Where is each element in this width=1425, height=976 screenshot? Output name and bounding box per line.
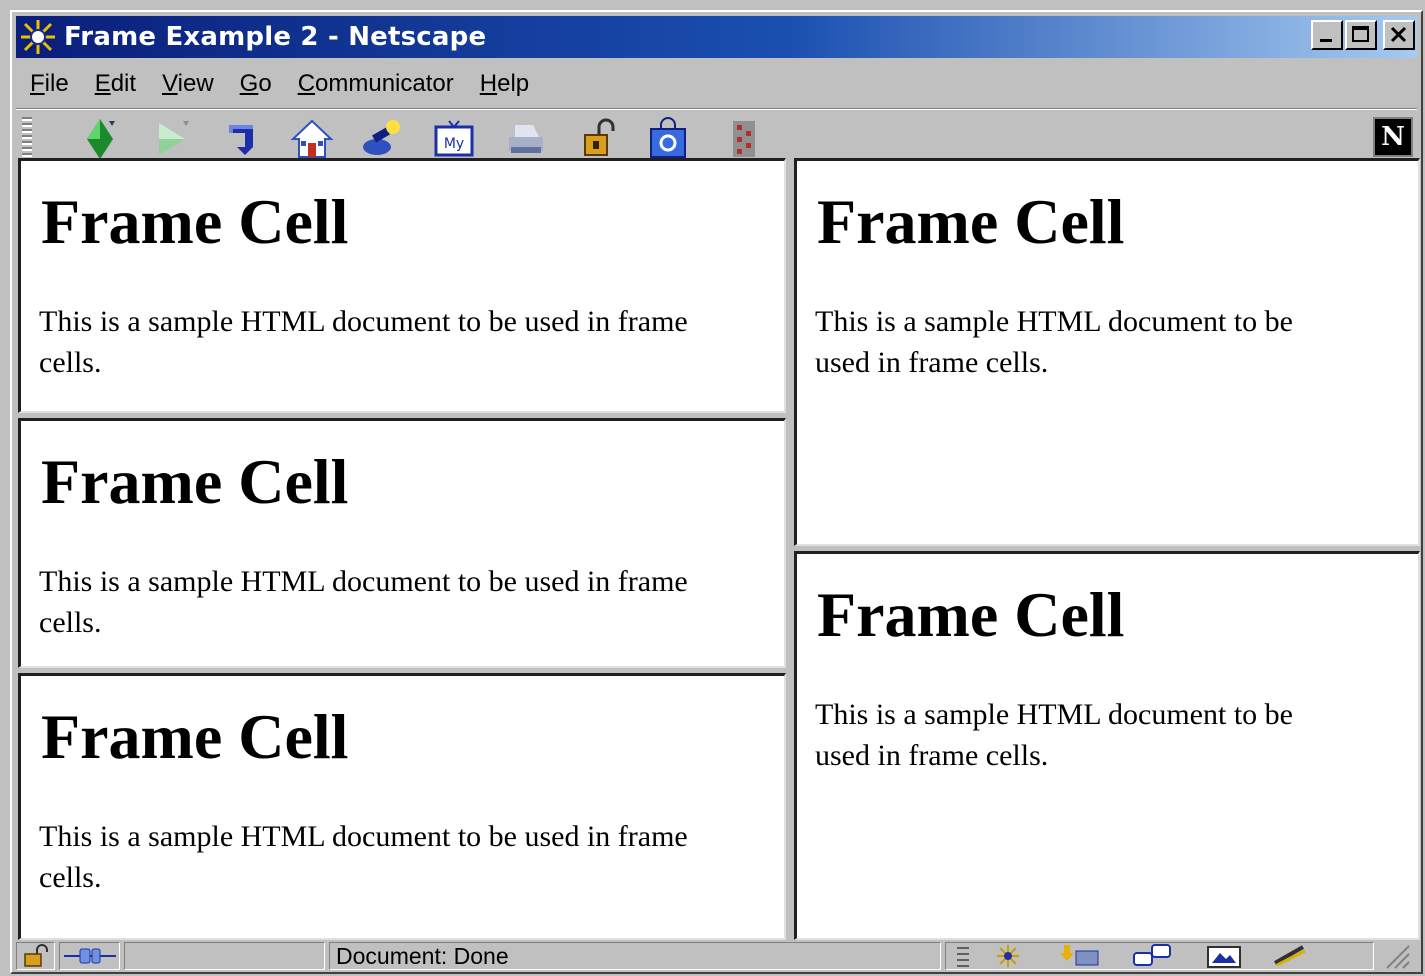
frame-heading: Frame Cell	[817, 579, 1125, 650]
menu-go[interactable]: Go	[226, 70, 284, 98]
mailbox-component-button[interactable]	[1046, 943, 1114, 969]
netscape-logo[interactable]: N	[1373, 117, 1413, 157]
frame-body-text: This is a sample HTML document to be use…	[815, 305, 1293, 380]
menu-communicator[interactable]: Communicator	[284, 70, 466, 98]
forward-button[interactable]	[144, 115, 200, 163]
security-icon	[584, 118, 615, 156]
discussions-icon	[1132, 944, 1171, 966]
stop-button[interactable]	[716, 115, 772, 163]
menu-go-label: o	[258, 70, 272, 97]
frame-heading: Frame Cell	[41, 446, 349, 517]
component-bar	[944, 942, 1374, 970]
security-status[interactable]	[16, 942, 56, 970]
toolbar-grip[interactable]	[22, 117, 32, 159]
back-icon	[87, 119, 115, 159]
menu-edit-accel: E	[94, 70, 111, 97]
frame-heading: Frame Cell	[41, 186, 349, 257]
home-button[interactable]	[284, 115, 340, 163]
frame-heading: Frame Cell	[41, 701, 349, 772]
navigation-toolbar: My N	[16, 108, 1417, 165]
stop-icon	[733, 121, 755, 157]
my-netscape-icon: My	[434, 120, 474, 157]
menu-file[interactable]: File	[16, 70, 81, 98]
print-button[interactable]	[498, 115, 554, 163]
security-button[interactable]	[570, 115, 626, 163]
frame-body-text: This is a sample HTML document to be use…	[39, 305, 688, 380]
my-netscape-button[interactable]: My	[426, 115, 482, 163]
home-icon	[290, 119, 334, 158]
menu-bar: File Edit View Go Communicator Help	[16, 62, 1417, 106]
frame-heading: Frame Cell	[817, 186, 1125, 257]
maximize-button[interactable]	[1345, 20, 1377, 50]
progress-bar	[124, 942, 326, 970]
menu-file-label: ile	[44, 70, 69, 97]
browser-window: Frame Example 2 - Netscape File Edit Vie…	[10, 10, 1423, 974]
frame-body-text: This is a sample HTML document to be use…	[39, 565, 688, 640]
connection-status[interactable]	[59, 942, 121, 970]
composer-component-button[interactable]	[1194, 943, 1254, 969]
frame-body-text: This is a sample HTML document to be use…	[815, 698, 1293, 773]
netscape-app-icon	[18, 17, 58, 57]
menu-view-accel: V	[162, 70, 178, 97]
minimize-icon	[1320, 39, 1332, 42]
frame-top-left[interactable]: Frame Cell This is a sample HTML documen…	[18, 158, 786, 413]
close-button[interactable]	[1383, 20, 1415, 50]
window-title: Frame Example 2 - Netscape	[64, 22, 487, 52]
discussions-component-button[interactable]	[1120, 943, 1188, 969]
resize-grip-icon	[1386, 945, 1411, 969]
menu-edit[interactable]: Edit	[81, 70, 148, 98]
status-text-panel: Document: Done	[329, 942, 941, 970]
pen-icon	[1273, 945, 1306, 967]
menu-view[interactable]: View	[148, 70, 226, 98]
menu-communicator-accel: C	[297, 70, 316, 97]
frame-top-right[interactable]: Frame Cell This is a sample HTML documen…	[794, 158, 1420, 546]
search-button[interactable]	[354, 115, 410, 163]
back-button[interactable]	[72, 115, 128, 163]
status-text: Document: Done	[336, 942, 509, 969]
menu-file-accel: F	[30, 70, 45, 97]
shop-button[interactable]	[640, 115, 696, 163]
online-plug-icon	[63, 948, 116, 964]
print-icon	[509, 125, 543, 153]
component-bar-grip[interactable]	[952, 944, 974, 968]
frame-bottom-left[interactable]: Frame Cell This is a sample HTML documen…	[18, 673, 786, 940]
mailbox-icon	[1059, 945, 1099, 966]
menu-help[interactable]: Help	[466, 70, 541, 98]
frame-bottom-right[interactable]: Frame Cell This is a sample HTML documen…	[794, 551, 1420, 940]
maximize-icon	[1352, 26, 1369, 42]
reload-button[interactable]	[214, 115, 270, 163]
reload-icon	[229, 125, 253, 155]
navigator-component-button[interactable]	[980, 943, 1040, 969]
search-icon	[363, 120, 400, 155]
menu-help-accel: H	[479, 70, 498, 97]
svg-text:My: My	[444, 136, 464, 152]
menu-go-accel: G	[239, 70, 259, 97]
close-icon	[1390, 26, 1407, 43]
menu-help-label: elp	[497, 70, 530, 97]
title-bar[interactable]: Frame Example 2 - Netscape	[16, 16, 1417, 58]
navigator-icon	[996, 945, 1019, 967]
forward-icon	[159, 121, 189, 155]
minimize-button[interactable]	[1311, 20, 1343, 50]
menu-communicator-label: ommunicator	[315, 70, 454, 97]
status-bar: Document: Done	[16, 940, 1417, 972]
frameset: Frame Cell This is a sample HTML documen…	[18, 158, 1420, 940]
unlocked-padlock-icon	[23, 944, 48, 967]
grip-icon	[956, 947, 969, 967]
frame-body-text: This is a sample HTML document to be use…	[39, 820, 688, 895]
resize-grip[interactable]	[1378, 942, 1417, 970]
shop-icon	[650, 117, 686, 158]
menu-view-label: iew	[177, 70, 214, 97]
frame-middle-left[interactable]: Frame Cell This is a sample HTML documen…	[18, 418, 786, 668]
instant-message-component-button[interactable]	[1260, 943, 1324, 969]
menu-edit-label: dit	[110, 70, 137, 97]
composer-icon	[1206, 946, 1241, 968]
